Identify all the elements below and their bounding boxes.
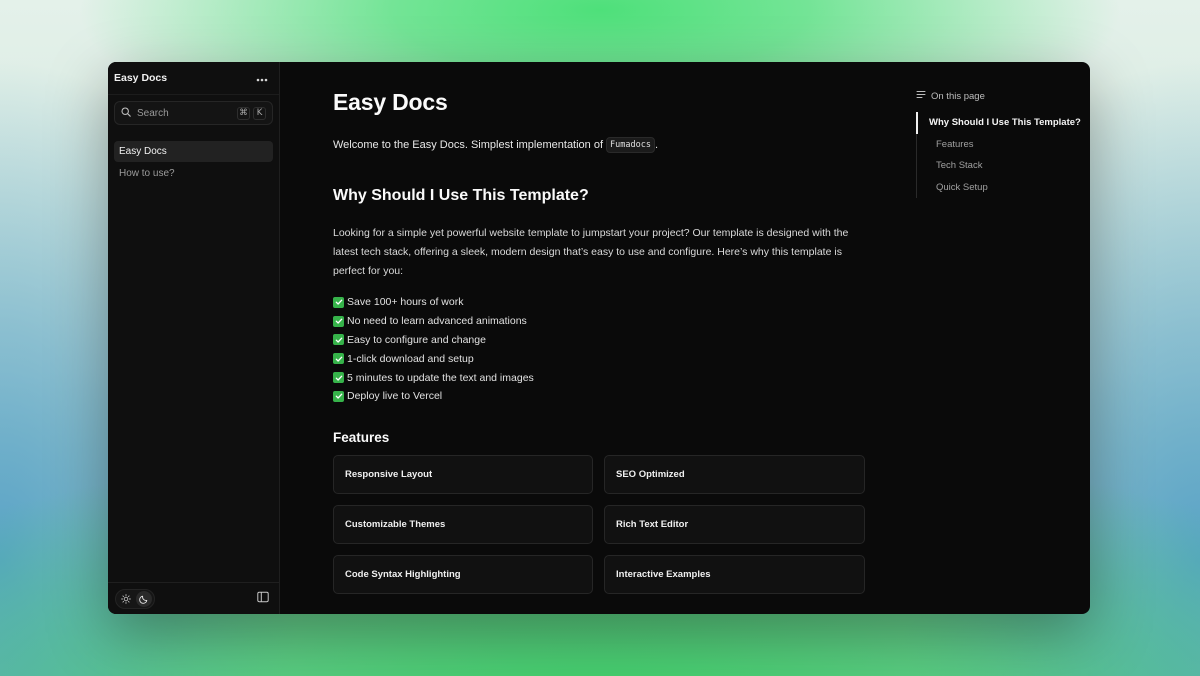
main-content: Easy Docs Welcome to the Easy Docs. Simp… bbox=[280, 62, 1090, 614]
site-title[interactable]: Easy Docs bbox=[114, 72, 167, 84]
toc-item-features[interactable]: Features bbox=[917, 134, 1090, 156]
list-item-text: Deploy live to Vercel bbox=[347, 390, 443, 403]
check-icon bbox=[333, 315, 344, 327]
sidebar: Easy Docs Search ⌘ K Easy Docs How to us… bbox=[108, 62, 280, 614]
sidebar-header: Easy Docs bbox=[108, 62, 279, 95]
moon-icon[interactable] bbox=[136, 590, 152, 607]
feature-card[interactable]: Rich Text Editor bbox=[604, 504, 865, 544]
feature-card[interactable]: SEO Optimized bbox=[604, 454, 865, 494]
check-icon bbox=[333, 296, 344, 308]
list-item-text: Easy to configure and change bbox=[347, 333, 486, 346]
toc-list: Why Should I Use This Template? Features… bbox=[916, 112, 1090, 198]
feature-card[interactable]: Code Syntax Highlighting bbox=[333, 554, 593, 594]
check-icon bbox=[333, 334, 344, 346]
features-grid: Responsive Layout SEO Optimized Customiz… bbox=[333, 454, 867, 594]
list-item: Easy to configure and change bbox=[333, 331, 867, 350]
search-label: Search bbox=[137, 107, 169, 119]
sidebar-nav: Easy Docs How to use? bbox=[108, 141, 279, 184]
toc-heading-label: On this page bbox=[931, 90, 985, 102]
kbd-k: K bbox=[253, 106, 266, 120]
list-item-text: 1-click download and setup bbox=[347, 352, 474, 365]
intro-text: Welcome to the Easy Docs. Simplest imple… bbox=[333, 139, 604, 151]
list-item: 5 minutes to update the text and images bbox=[333, 368, 867, 387]
article: Easy Docs Welcome to the Easy Docs. Simp… bbox=[333, 62, 867, 594]
search-button[interactable]: Search ⌘ K bbox=[114, 101, 273, 125]
inline-code: Fumadocs bbox=[606, 137, 655, 153]
docs-window: Easy Docs Search ⌘ K Easy Docs How to us… bbox=[108, 62, 1090, 614]
list-item-text: No need to learn advanced animations bbox=[347, 315, 527, 328]
sidebar-footer bbox=[108, 582, 279, 614]
feature-card[interactable]: Interactive Examples bbox=[604, 554, 865, 594]
search-shortcut: ⌘ K bbox=[237, 106, 266, 120]
list-item-text: 5 minutes to update the text and images bbox=[347, 371, 534, 384]
list-item: 1-click download and setup bbox=[333, 349, 867, 368]
sidebar-item-how-to-use[interactable]: How to use? bbox=[114, 163, 273, 184]
list-item: No need to learn advanced animations bbox=[333, 312, 867, 331]
table-of-contents: On this page Why Should I Use This Templ… bbox=[916, 90, 1090, 198]
more-horizontal-icon[interactable] bbox=[256, 72, 268, 84]
feature-card[interactable]: Customizable Themes bbox=[333, 504, 593, 544]
toc-item-tech-stack[interactable]: Tech Stack bbox=[917, 155, 1090, 177]
check-icon bbox=[333, 372, 344, 384]
page-title: Easy Docs bbox=[333, 89, 448, 115]
theme-toggle[interactable] bbox=[115, 588, 155, 609]
check-icon bbox=[333, 353, 344, 365]
kbd-cmd: ⌘ bbox=[237, 106, 250, 120]
list-item: Deploy live to Vercel bbox=[333, 387, 867, 406]
intro-paragraph: Welcome to the Easy Docs. Simplest imple… bbox=[333, 137, 867, 153]
section-heading-features: Features bbox=[333, 429, 390, 445]
list-item-text: Save 100+ hours of work bbox=[347, 296, 464, 309]
section-heading-why: Why Should I Use This Template? bbox=[333, 187, 589, 204]
toc-item-quick-setup[interactable]: Quick Setup bbox=[917, 177, 1090, 199]
intro-end: . bbox=[654, 139, 659, 151]
text-align-icon bbox=[916, 90, 926, 102]
search-icon bbox=[121, 104, 131, 122]
list-item: Save 100+ hours of work bbox=[333, 293, 867, 312]
benefit-checklist: Save 100+ hours of work No need to learn… bbox=[333, 293, 867, 406]
why-paragraph: Looking for a simple yet powerful websit… bbox=[333, 227, 849, 277]
toc-heading: On this page bbox=[916, 90, 1090, 102]
toc-item-why[interactable]: Why Should I Use This Template? bbox=[916, 112, 1090, 134]
sidebar-collapse-icon[interactable] bbox=[257, 590, 269, 608]
sidebar-item-easy-docs[interactable]: Easy Docs bbox=[114, 141, 273, 162]
sun-icon[interactable] bbox=[118, 591, 134, 607]
check-icon bbox=[333, 390, 344, 402]
feature-card[interactable]: Responsive Layout bbox=[333, 454, 593, 494]
